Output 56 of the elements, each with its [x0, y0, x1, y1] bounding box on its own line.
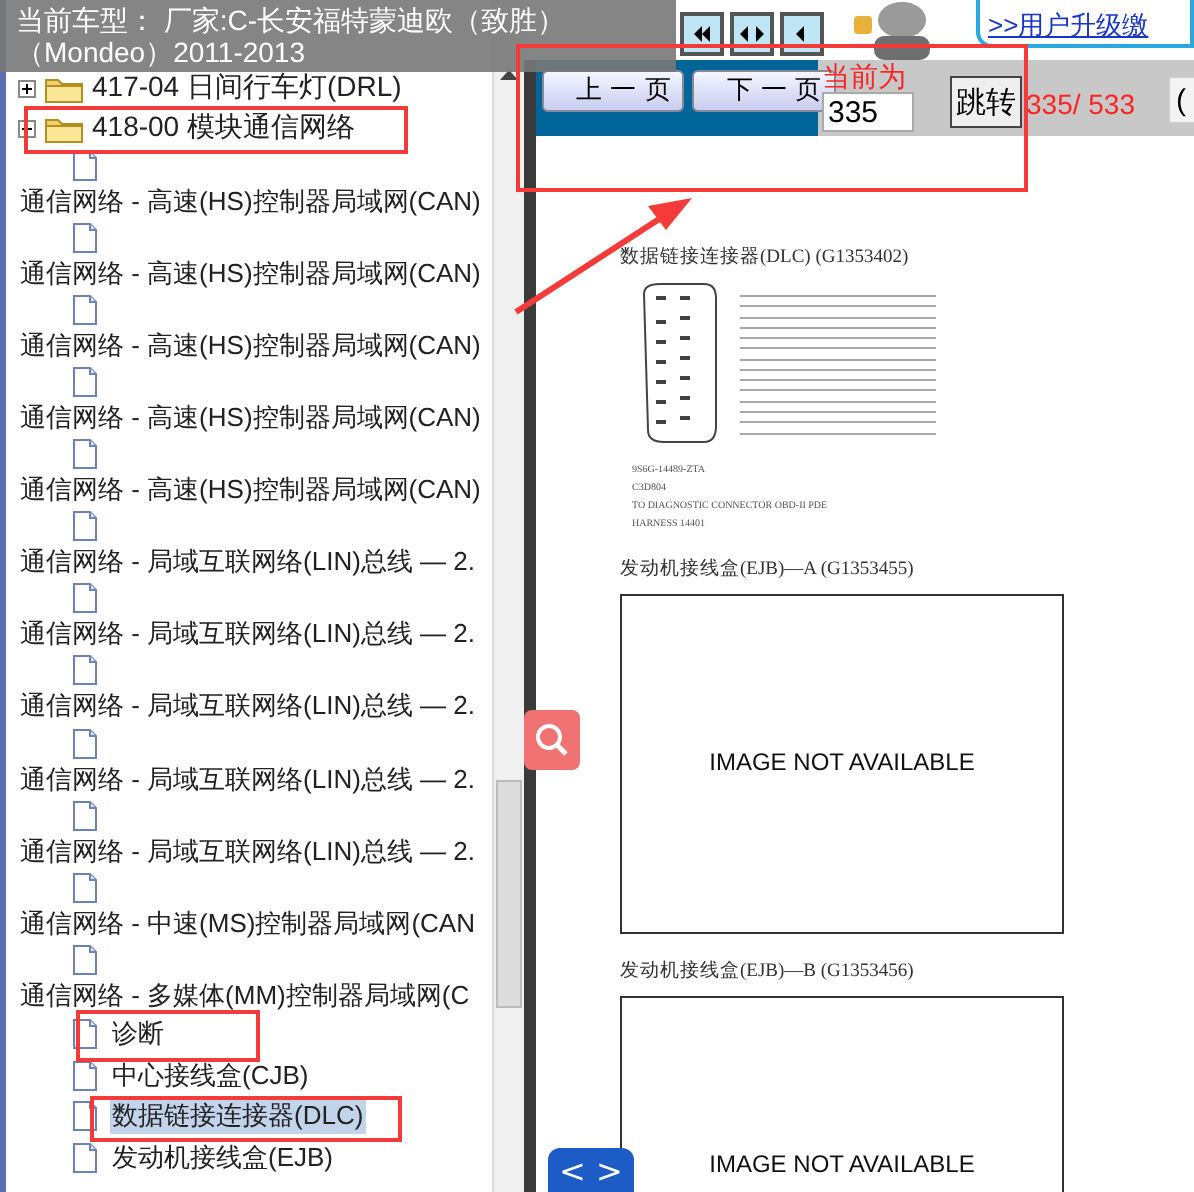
jump-button[interactable]: 跳转: [950, 76, 1022, 128]
tree-item[interactable]: 数据链接连接器(DLC): [110, 1098, 366, 1134]
document-icon: [72, 150, 98, 183]
upgrade-link[interactable]: >>用户升级缴: [976, 0, 1194, 48]
document-icon: [72, 1059, 98, 1091]
tree-item[interactable]: 通信网络 - 局域互联网络(LIN)总线 — 2.: [18, 761, 478, 798]
page-input[interactable]: 335: [822, 92, 914, 132]
tree-item[interactable]: 通信网络 - 高速(HS)控制器局域网(CAN): [18, 184, 483, 221]
tree-item[interactable]: 通信网络 - 高速(HS)控制器局域网(CAN): [18, 328, 483, 365]
scrollbar-thumb[interactable]: [496, 780, 522, 1008]
document-icon: [72, 943, 98, 976]
tree-item[interactable]: 发动机接线盒(EJB): [110, 1139, 335, 1175]
document-icon: [72, 799, 98, 832]
tree-item[interactable]: 通信网络 - 局域互联网络(LIN)总线 — 2.: [18, 616, 478, 653]
tree-item[interactable]: 诊断: [110, 1016, 166, 1052]
document-icon: [72, 510, 98, 543]
folder-icon: [44, 73, 84, 103]
page-nav-button[interactable]: < >: [548, 1148, 634, 1192]
arrow-button[interactable]: [680, 12, 724, 56]
arrow-button[interactable]: [730, 12, 774, 56]
document-icon: [72, 727, 98, 760]
section-title: 发动机接线盒(EJB)—A (G1353455): [620, 556, 916, 582]
tree-item[interactable]: 中心接线盒(CJB): [110, 1057, 311, 1093]
document-icon: [72, 294, 98, 327]
document-icon: [72, 438, 98, 471]
tree-item[interactable]: 通信网络 - 多媒体(MM)控制器局域网(C: [18, 977, 472, 1014]
page-count: 335/ 533: [1026, 88, 1135, 124]
placeholder-text: IMAGE NOT AVAILABLE: [709, 748, 975, 776]
tree-item[interactable]: 通信网络 - 高速(HS)控制器局域网(CAN): [18, 400, 483, 437]
expand-icon[interactable]: [18, 79, 36, 97]
tree-item[interactable]: 通信网络 - 中速(MS)控制器局域网(CAN: [18, 905, 477, 942]
tree-folder[interactable]: 417-04 日间行车灯(DRL): [90, 70, 404, 106]
tree-item[interactable]: 通信网络 - 高速(HS)控制器局域网(CAN): [18, 256, 483, 293]
vehicle-title: 当前车型： 厂家:C-长安福特蒙迪欧（致胜）: [16, 4, 566, 36]
folder-icon: [44, 113, 84, 143]
arrow-icon: [738, 24, 766, 44]
tree-folder[interactable]: 418-00 模块通信网络: [90, 110, 357, 146]
document-icon: [72, 1141, 98, 1173]
arrow-button[interactable]: [780, 12, 824, 56]
toolbar-button[interactable]: (: [1168, 76, 1194, 124]
document-icon: [72, 654, 98, 687]
section-title: 数据链接连接器(DLC) (G1353402): [620, 244, 911, 270]
tree-item[interactable]: 通信网络 - 局域互联网络(LIN)总线 — 2.: [18, 833, 478, 870]
previous-page-button[interactable]: 上 一 页: [542, 69, 685, 111]
section-title: 发动机接线盒(EJB)—B (G1353456): [620, 958, 916, 984]
document-icon: [72, 222, 98, 255]
vehicle-years: （Mondeo）2011-2013: [16, 36, 306, 68]
tree-item[interactable]: 通信网络 - 局域互联网络(LIN)总线 — 2.: [18, 544, 478, 581]
document-icon: [72, 871, 98, 904]
tree-item[interactable]: 通信网络 - 高速(HS)控制器局域网(CAN): [18, 472, 483, 509]
search-icon: [534, 722, 570, 758]
document-icon: [72, 582, 98, 615]
placeholder-text: IMAGE NOT AVAILABLE: [709, 1150, 975, 1178]
search-button[interactable]: [524, 710, 580, 770]
tree-item[interactable]: 通信网络 - 局域互联网络(LIN)总线 — 2.: [18, 688, 478, 725]
document-icon: [72, 366, 98, 399]
